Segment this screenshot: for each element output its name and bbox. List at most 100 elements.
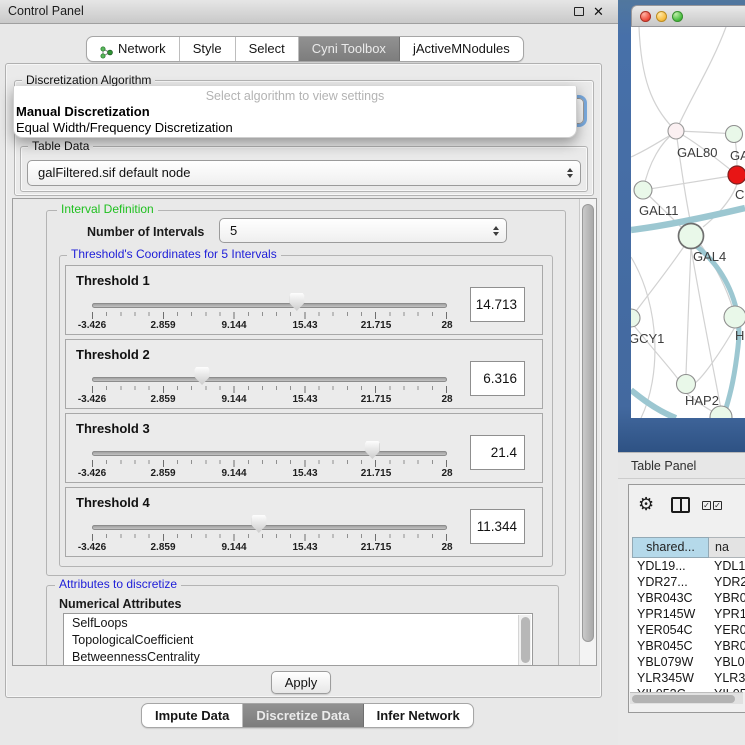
node-gal11[interactable]	[634, 181, 652, 199]
table-row[interactable]: YPR145W YPR145W	[630, 606, 745, 622]
tick-label: 2.859	[150, 468, 175, 479]
tick-label: 28	[441, 320, 452, 331]
tab-discretize-data[interactable]: Discretize Data	[243, 704, 363, 727]
table-row[interactable]: YBR045C YBR045C	[630, 638, 745, 654]
cell-shared-name: YBL079W	[637, 654, 693, 670]
table-row[interactable]: YBL079W YBL079W	[630, 654, 745, 670]
table-row[interactable]: YDR27... YDR27...	[630, 574, 745, 590]
list-item[interactable]: SelfLoops	[72, 616, 128, 630]
tick-label: 21.715	[361, 542, 392, 553]
panel-title: Control Panel	[8, 0, 84, 23]
node-label-gal11: GAL11	[639, 203, 679, 218]
tab-label: Impute Data	[155, 704, 229, 728]
cell-name: YBR045C	[714, 638, 745, 654]
tick-label: -3.426	[78, 542, 106, 553]
threshold-1-slider-thumb[interactable]	[289, 293, 304, 311]
node-red-selected[interactable]	[728, 166, 745, 184]
node-gal4[interactable]	[679, 224, 704, 249]
tab-style[interactable]: Style	[180, 37, 236, 61]
apply-button[interactable]: Apply	[271, 671, 331, 694]
threshold-4-slider-thumb[interactable]	[251, 515, 266, 533]
tab-cyni-toolbox[interactable]: Cyni Toolbox	[299, 37, 400, 61]
close-icon[interactable]: ✕	[593, 3, 604, 20]
node-label-gal4: GAL4	[693, 249, 726, 264]
checkbox-icon[interactable]: ✓	[713, 501, 722, 510]
node-gcy1[interactable]	[631, 309, 640, 327]
settings-scroll-viewport: Interval Definition Number of Intervals …	[12, 198, 597, 666]
tick-label: 2.859	[150, 542, 175, 553]
tick-label: 28	[441, 394, 452, 405]
scrollbar-thumb[interactable]	[632, 695, 735, 703]
table-data-combo-value: galFiltered.sif default node	[38, 165, 190, 180]
number-of-intervals-value: 5	[230, 223, 237, 238]
table-data-combobox[interactable]: galFiltered.sif default node	[27, 160, 581, 186]
table-row[interactable]: YBR043C YBR043C	[630, 590, 745, 606]
node-h[interactable]	[724, 306, 745, 328]
tab-infer-network[interactable]: Infer Network	[364, 704, 473, 727]
column-layout-icon[interactable]	[671, 497, 690, 513]
gear-icon[interactable]: ⚙	[638, 495, 654, 513]
threshold-2-ticks: -3.426 2.859 9.144 15.43 21.715 28	[92, 386, 447, 406]
table-data-group-title: Table Data	[28, 140, 93, 153]
tab-network[interactable]: Network	[87, 37, 180, 61]
cell-name: YBR043C	[714, 590, 745, 606]
tab-select[interactable]: Select	[236, 37, 299, 61]
network-window-titlebar[interactable]	[631, 5, 745, 27]
table-row[interactable]: YLR345W YLR345W	[630, 670, 745, 686]
threshold-3-slider-thumb[interactable]	[365, 441, 380, 459]
table-horizontal-scrollbar[interactable]	[630, 692, 743, 704]
tab-label: Cyni Toolbox	[312, 37, 386, 61]
list-item[interactable]: BetweennessCentrality	[72, 650, 200, 664]
threshold-4-value-field[interactable]: 11.344	[470, 509, 525, 544]
float-window-icon[interactable]	[574, 7, 584, 16]
threshold-1-ticks: -3.426 2.859 9.144 15.43 21.715 28	[92, 312, 447, 332]
node-hap2[interactable]	[677, 375, 696, 394]
tab-label: Discretize Data	[256, 704, 349, 728]
cell-shared-name: YER054C	[637, 622, 693, 638]
column-header-shared-name[interactable]: shared...	[632, 537, 709, 558]
list-scrollbar[interactable]	[518, 615, 531, 665]
node-label-ga: GA	[730, 148, 745, 163]
threshold-1-value-field[interactable]: 14.713	[470, 287, 525, 322]
cell-shared-name: YDR27...	[637, 574, 688, 590]
tick-label: 2.859	[150, 394, 175, 405]
tab-impute-data[interactable]: Impute Data	[142, 704, 243, 727]
tick-label: -3.426	[78, 394, 106, 405]
zoom-traffic-light-icon[interactable]	[672, 11, 683, 22]
thresholds-group-title: Threshold's Coordinates for 5 Intervals	[67, 248, 281, 261]
close-traffic-light-icon[interactable]	[640, 11, 651, 22]
tick-label: 15.43	[292, 394, 317, 405]
table-row[interactable]: YER054C YER054C	[630, 622, 745, 638]
list-item[interactable]: TopologicalCoefficient	[72, 633, 193, 647]
column-header-name[interactable]: na	[709, 537, 745, 558]
table-panel-header: Table Panel	[618, 452, 745, 479]
node-gal80[interactable]	[668, 123, 684, 139]
cell-shared-name: YPR145W	[637, 606, 695, 622]
table-row[interactable]: YDL19... YDL19...	[630, 558, 745, 574]
node-top-right[interactable]	[726, 126, 743, 143]
option-manual-discretization[interactable]: Manual Discretization	[16, 104, 150, 119]
threshold-2-value-field[interactable]: 6.316	[470, 361, 525, 396]
number-of-intervals-combobox[interactable]: 5	[219, 218, 507, 243]
cell-name: YDL19...	[714, 558, 745, 574]
cell-name: YPR145W	[714, 606, 745, 622]
checkbox-icon[interactable]: ✓	[702, 501, 711, 510]
tab-jactivemnodules[interactable]: jActiveMNodules	[400, 37, 523, 61]
threshold-2-label: Threshold 2	[76, 347, 150, 362]
settings-vertical-scrollbar[interactable]	[579, 199, 596, 665]
node-label-gal80: GAL80	[677, 145, 717, 160]
tick-label: 21.715	[361, 468, 392, 479]
bottom-tabs: Impute Data Discretize Data Infer Networ…	[141, 703, 474, 728]
threshold-3-value-field[interactable]: 21.4	[470, 435, 525, 470]
scrollbar-thumb[interactable]	[582, 204, 594, 642]
option-equal-width-frequency[interactable]: Equal Width/Frequency Discretization	[16, 120, 233, 135]
threshold-2-slider-thumb[interactable]	[195, 367, 210, 385]
minimize-traffic-light-icon[interactable]	[656, 11, 667, 22]
cell-name: YER054C	[714, 622, 745, 638]
node-label-h: H	[735, 328, 744, 343]
network-canvas[interactable]: GAL80 GA C GAL11 GAL4 GCY1 H HAP2	[631, 27, 745, 418]
cell-shared-name: YBR045C	[637, 638, 693, 654]
tick-label: 28	[441, 468, 452, 479]
tab-label: Network	[118, 37, 166, 61]
app-window: Control Panel ✕ Network Style Select	[0, 0, 745, 745]
